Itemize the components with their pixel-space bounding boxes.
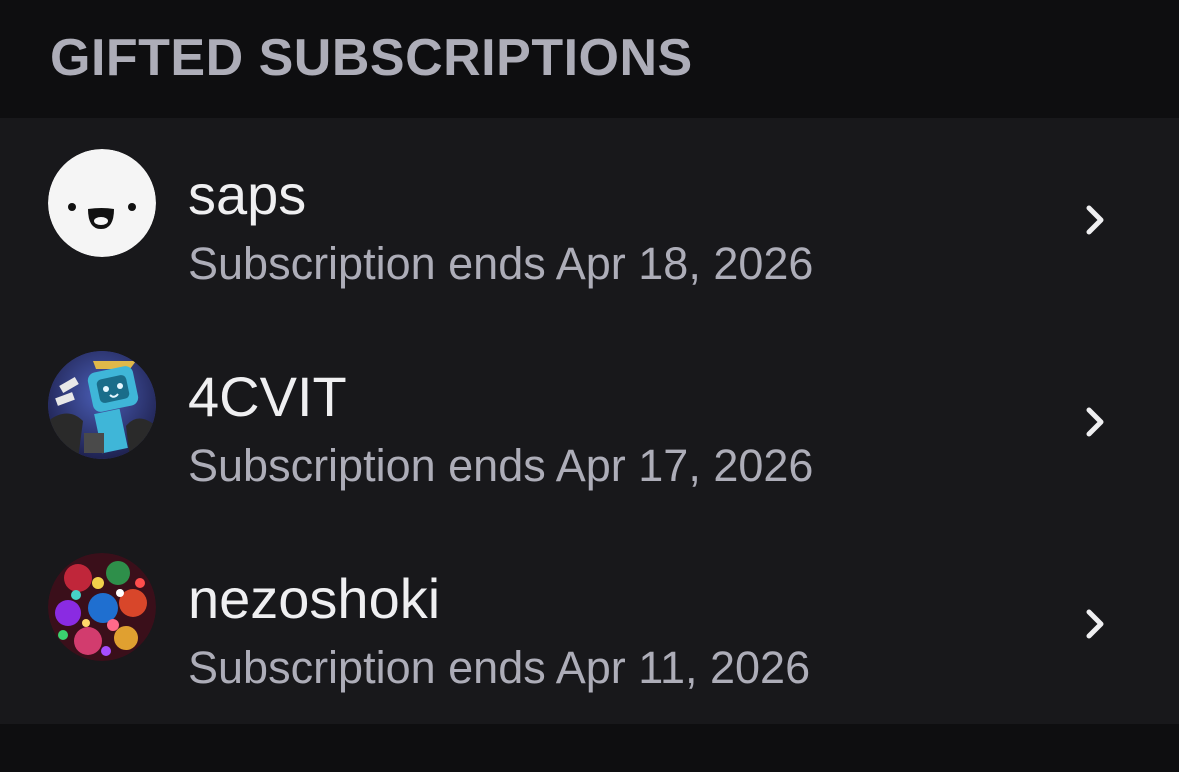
chevron-right-icon — [1086, 205, 1104, 235]
smiley-face-avatar-icon — [48, 149, 156, 257]
channel-name: saps — [188, 163, 307, 226]
avatar — [48, 553, 156, 661]
subscription-row-4cvit[interactable]: 4CVIT Subscription ends Apr 17, 2026 — [0, 320, 1179, 522]
robot-avatar-icon — [48, 351, 156, 459]
avatar — [48, 149, 156, 257]
subscription-list: saps Subscription ends Apr 18, 2026 4CVI… — [0, 118, 1179, 724]
section-header: GIFTED SUBSCRIPTIONS — [0, 0, 1179, 118]
colorful-pattern-avatar-icon — [48, 553, 156, 661]
subscription-end-date: Subscription ends Apr 18, 2026 — [188, 238, 814, 289]
subscription-row-saps[interactable]: saps Subscription ends Apr 18, 2026 — [0, 118, 1179, 320]
channel-name: 4CVIT — [188, 365, 347, 428]
subscription-row-nezoshoki[interactable]: nezoshoki Subscription ends Apr 11, 2026 — [0, 522, 1179, 724]
subscription-end-date: Subscription ends Apr 11, 2026 — [188, 642, 811, 693]
chevron-right-icon — [1086, 609, 1104, 639]
subscription-end-date: Subscription ends Apr 17, 2026 — [188, 440, 814, 491]
channel-name: nezoshoki — [188, 567, 441, 630]
avatar — [48, 351, 156, 459]
gifted-subscriptions-screen: GIFTED SUBSCRIPTIONS saps Subscription e… — [0, 0, 1179, 772]
chevron-right-icon — [1086, 407, 1104, 437]
section-title: GIFTED SUBSCRIPTIONS — [50, 29, 693, 87]
